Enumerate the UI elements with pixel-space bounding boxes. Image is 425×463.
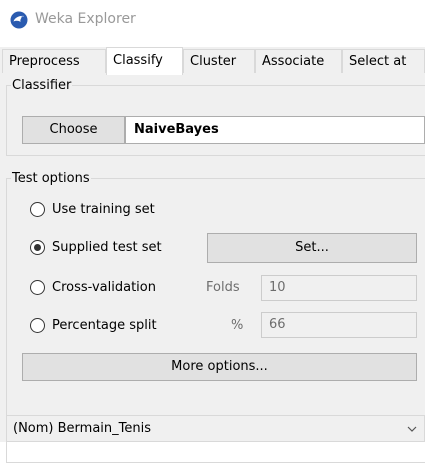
supplied-test-set-radio[interactable] bbox=[30, 240, 45, 255]
use-training-set-label: Use training set bbox=[52, 202, 155, 217]
use-training-set-radio[interactable] bbox=[30, 202, 45, 217]
classifier-name-field[interactable]: NaiveBayes bbox=[125, 116, 425, 144]
percent-label: % bbox=[231, 318, 244, 333]
percentage-split-radio[interactable] bbox=[30, 318, 45, 333]
supplied-test-set-option[interactable]: Supplied test set bbox=[30, 237, 205, 259]
class-attribute-value: (Nom) Bermain_Tenis bbox=[13, 421, 151, 436]
cross-validation-option[interactable]: Cross-validation bbox=[30, 277, 200, 299]
class-attribute-select[interactable]: (Nom) Bermain_Tenis bbox=[6, 415, 425, 442]
tab-classify[interactable]: Classify bbox=[106, 47, 183, 75]
cross-validation-label: Cross-validation bbox=[52, 280, 156, 295]
percentage-input[interactable]: 66 bbox=[261, 312, 417, 338]
folds-label: Folds bbox=[206, 280, 240, 295]
supplied-test-set-label: Supplied test set bbox=[52, 240, 162, 255]
choose-button[interactable]: Choose bbox=[22, 116, 125, 144]
tab-select-attributes[interactable]: Select at bbox=[342, 49, 425, 73]
test-options-legend: Test options bbox=[12, 171, 90, 186]
tab-preprocess[interactable]: Preprocess bbox=[2, 49, 106, 73]
tab-associate[interactable]: Associate bbox=[255, 49, 342, 73]
percentage-split-label: Percentage split bbox=[52, 318, 157, 333]
folds-input[interactable]: 10 bbox=[261, 275, 417, 301]
percentage-split-option[interactable]: Percentage split bbox=[30, 315, 205, 337]
set-test-set-button[interactable]: Set... bbox=[207, 233, 417, 263]
cross-validation-radio[interactable] bbox=[30, 280, 45, 295]
classifier-legend: Classifier bbox=[12, 78, 72, 93]
window-title: Weka Explorer bbox=[35, 11, 136, 27]
more-options-button[interactable]: More options... bbox=[22, 353, 417, 381]
classify-panel: Classifier Choose NaiveBayes Test option… bbox=[0, 74, 425, 463]
tab-strip: Preprocess Classify Cluster Associate Se… bbox=[0, 47, 425, 75]
chevron-down-icon[interactable] bbox=[407, 426, 417, 433]
use-training-set-option[interactable]: Use training set bbox=[30, 199, 230, 221]
tab-cluster[interactable]: Cluster bbox=[183, 49, 255, 73]
weka-bird-icon bbox=[10, 11, 28, 29]
title-bar: Weka Explorer bbox=[0, 0, 425, 40]
